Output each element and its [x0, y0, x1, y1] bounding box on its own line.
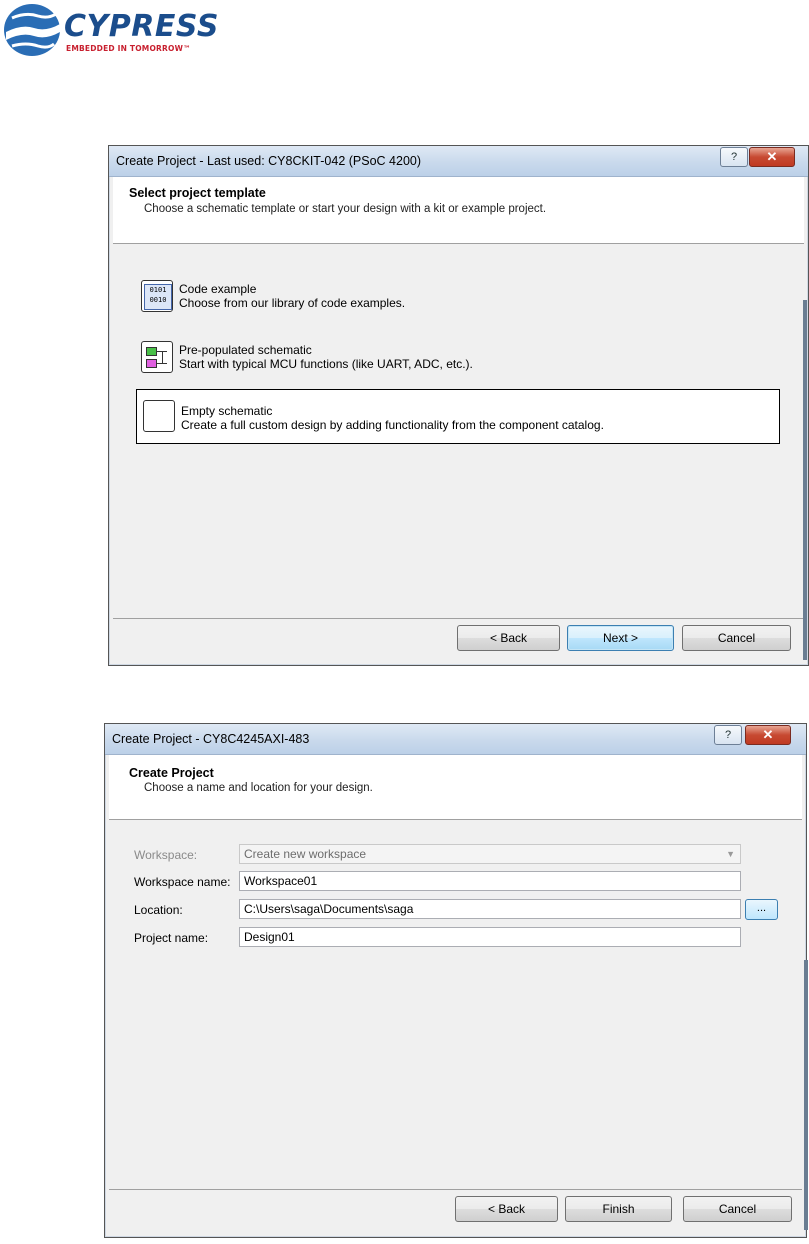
finish-button[interactable]: Finish — [565, 1196, 672, 1222]
option-prepopulated-schematic[interactable]: Pre-populated schematic Start with typic… — [141, 341, 741, 375]
create-project-dialog: Create Project - CY8C4245AXI-483 ? ✕ Cre… — [104, 723, 807, 1238]
window-edge — [803, 300, 807, 660]
cypress-tree-icon — [4, 4, 60, 56]
workspace-name-label: Workspace name: — [134, 875, 231, 889]
dialog-titlebar: Create Project - Last used: CY8CKIT-042 … — [109, 146, 808, 177]
close-button[interactable]: ✕ — [745, 725, 791, 745]
chevron-down-icon: ▼ — [726, 849, 735, 859]
page-title: Select project template — [129, 186, 266, 200]
location-field[interactable]: C:\Users\saga\Documents\saga — [239, 899, 741, 919]
page-subtitle: Choose a name and location for your desi… — [144, 782, 373, 794]
empty-schematic-icon — [143, 400, 175, 432]
close-button[interactable]: ✕ — [749, 147, 795, 167]
logo-tagline: EMBEDDED IN TOMORROW™ — [66, 44, 191, 53]
help-button[interactable]: ? — [714, 725, 742, 745]
option-description: Create a full custom design by adding fu… — [181, 418, 604, 432]
project-name-label: Project name: — [134, 931, 209, 945]
next-button[interactable]: Next > — [567, 625, 674, 651]
option-code-example[interactable]: 0101 0010 Code example Choose from our li… — [141, 280, 741, 314]
select-template-dialog: Create Project - Last used: CY8CKIT-042 … — [108, 145, 809, 666]
schematic-icon — [141, 341, 173, 373]
option-title: Pre-populated schematic — [179, 343, 312, 357]
cancel-button[interactable]: Cancel — [682, 625, 791, 651]
dialog-header: Create Project Choose a name and locatio… — [109, 755, 802, 820]
workspace-label: Workspace: — [134, 848, 198, 862]
dialog-footer: < Back Next > Cancel — [113, 618, 804, 661]
cancel-button[interactable]: Cancel — [683, 1196, 792, 1222]
dialog-header: Select project template Choose a schemat… — [113, 177, 804, 244]
project-name-field[interactable]: Design01 — [239, 927, 741, 947]
logo-wordmark: CYPRESS — [64, 9, 219, 44]
window-edge — [804, 960, 808, 1230]
back-label: Back — [498, 1202, 526, 1216]
option-title: Code example — [179, 282, 257, 296]
code-example-icon: 0101 0010 — [141, 280, 173, 312]
option-title: Empty schematic — [181, 404, 273, 418]
dialog-footer: < Back Finish Cancel — [109, 1189, 802, 1233]
cypress-logo: CYPRESS EMBEDDED IN TOMORROW™ — [0, 0, 218, 60]
workspace-name-field[interactable]: Workspace01 — [239, 871, 741, 891]
back-label: Back — [500, 631, 528, 645]
workspace-select[interactable]: Create new workspace ▼ — [239, 844, 741, 864]
help-button[interactable]: ? — [720, 147, 748, 167]
back-button[interactable]: < Back — [455, 1196, 558, 1222]
page-subtitle: Choose a schematic template or start you… — [144, 203, 547, 215]
location-label: Location: — [134, 903, 183, 917]
dialog-title: Create Project - Last used: CY8CKIT-042 … — [116, 154, 422, 168]
option-description: Start with typical MCU functions (like U… — [179, 357, 473, 371]
back-button[interactable]: < Back — [457, 625, 560, 651]
option-description: Choose from our library of code examples… — [179, 296, 406, 310]
dialog-title: Create Project - CY8C4245AXI-483 — [112, 732, 310, 746]
dialog-titlebar: Create Project - CY8C4245AXI-483 ? ✕ — [105, 724, 806, 755]
workspace-value: Create new workspace — [244, 847, 367, 861]
option-empty-schematic[interactable]: Empty schematic Create a full custom des… — [136, 389, 780, 444]
page-title: Create Project — [129, 766, 214, 780]
browse-button[interactable]: ... — [745, 899, 778, 920]
